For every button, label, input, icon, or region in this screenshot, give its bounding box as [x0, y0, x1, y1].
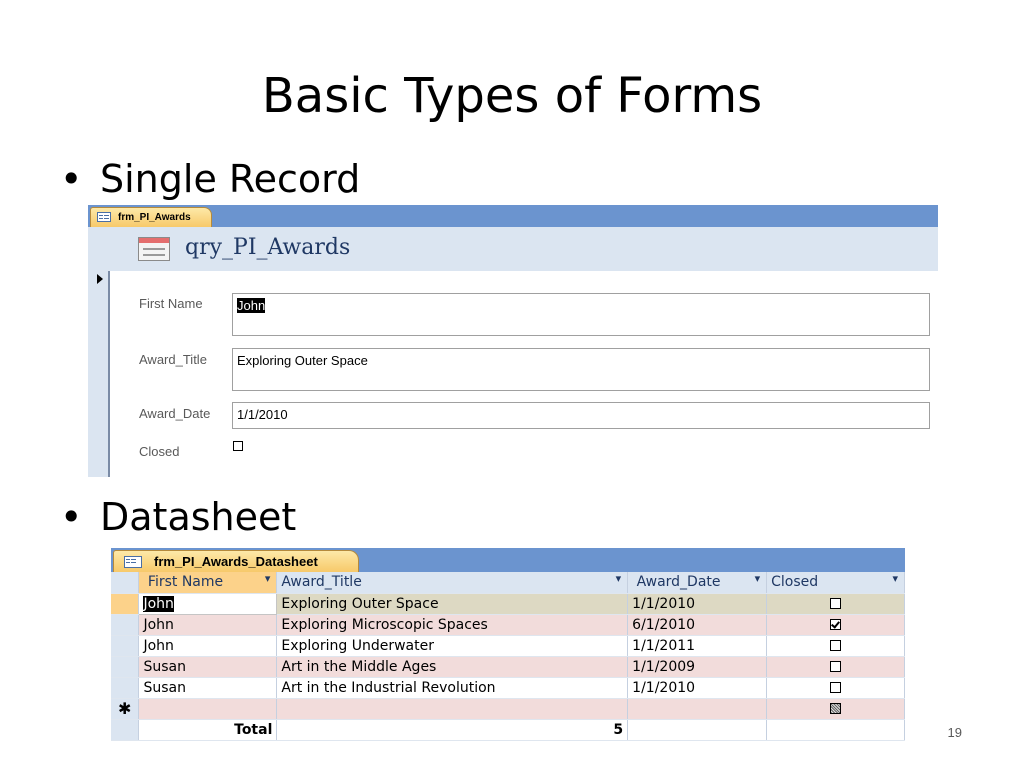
- first-name-value: John: [237, 298, 266, 313]
- row-selector[interactable]: [111, 656, 140, 678]
- cell-empty: [766, 719, 905, 741]
- form-header-icon: [138, 237, 170, 261]
- award-date-label: Award_Date: [139, 406, 211, 421]
- column-header-award-title[interactable]: Award_Title ▾: [276, 572, 629, 594]
- select-all-corner[interactable]: [111, 572, 140, 594]
- cell-closed[interactable]: [766, 593, 905, 615]
- form-tab-bar: frm_PI_Awards: [88, 205, 938, 227]
- form-header-title: qry_PI_Awards: [185, 235, 351, 260]
- column-dropdown-icon[interactable]: ▾: [265, 572, 271, 585]
- tab-label: frm_PI_Awards_Datasheet: [154, 554, 318, 569]
- closed-checkbox[interactable]: [830, 640, 842, 651]
- form-icon: [97, 212, 111, 222]
- cell-text: John: [143, 595, 174, 612]
- cell-award-date[interactable]: 6/1/2010: [627, 614, 768, 636]
- award-date-value: 1/1/2010: [237, 407, 288, 422]
- cell-first-name[interactable]: [138, 698, 278, 720]
- award-date-field[interactable]: 1/1/2010: [232, 402, 930, 429]
- cell-award-title[interactable]: Art in the Industrial Revolution: [276, 677, 629, 699]
- table-row[interactable]: John Exploring Underwater 1/1/2011: [111, 635, 905, 657]
- cell-closed[interactable]: [766, 656, 905, 678]
- first-name-label: First Name: [139, 296, 203, 311]
- cell-award-date[interactable]: [627, 698, 768, 720]
- cell-award-title[interactable]: Art in the Middle Ages: [276, 656, 629, 678]
- cell-award-title[interactable]: [276, 698, 629, 720]
- closed-checkbox[interactable]: [830, 598, 842, 609]
- cell-first-name[interactable]: John: [138, 614, 278, 636]
- cell-empty: [627, 719, 768, 741]
- total-row: Total 5: [111, 719, 905, 741]
- award-title-field[interactable]: Exploring Outer Space: [232, 348, 930, 391]
- row-selector[interactable]: [111, 677, 140, 699]
- form-header: qry_PI_Awards: [88, 227, 938, 271]
- cell-award-date[interactable]: 1/1/2011: [627, 635, 768, 657]
- first-name-field[interactable]: John: [232, 293, 930, 336]
- cell-award-date[interactable]: 1/1/2009: [627, 656, 768, 678]
- column-header-label: Award_Date: [636, 574, 721, 591]
- bullet-label: Datasheet: [100, 495, 297, 539]
- bullet-dot: •: [60, 157, 83, 201]
- new-record-icon[interactable]: ✱: [111, 698, 140, 720]
- row-selector[interactable]: [111, 635, 140, 657]
- column-header-label: Closed: [771, 574, 819, 591]
- bullet-datasheet: • Datasheet: [60, 494, 296, 540]
- closed-checkbox[interactable]: [233, 441, 243, 451]
- form-icon: [124, 556, 142, 568]
- column-dropdown-icon[interactable]: ▾: [892, 572, 898, 585]
- single-record-form: frm_PI_Awards qry_PI_Awards First Name J…: [88, 205, 938, 477]
- datasheet-tab-bar: frm_PI_Awards_Datasheet: [111, 548, 905, 572]
- bullet-label: Single Record: [100, 157, 361, 201]
- datasheet-table: First Name ▾ Award_Title ▾ Award_Date ▾ Clo…: [111, 572, 905, 741]
- form-body: First Name John Award_Title Exploring Ou…: [110, 271, 938, 477]
- closed-checkbox[interactable]: [830, 703, 842, 714]
- column-dropdown-icon[interactable]: ▾: [616, 572, 622, 585]
- cell-award-title[interactable]: Exploring Outer Space: [276, 593, 629, 615]
- cell-closed[interactable]: [766, 614, 905, 636]
- table-row[interactable]: Susan Art in the Middle Ages 1/1/2009: [111, 656, 905, 678]
- cell-closed[interactable]: [766, 698, 905, 720]
- tab-frm-pi-awards[interactable]: frm_PI_Awards: [90, 207, 212, 227]
- page-number: 19: [947, 725, 962, 740]
- cell-first-name[interactable]: John: [138, 592, 278, 615]
- tab-frm-pi-awards-datasheet[interactable]: frm_PI_Awards_Datasheet: [113, 550, 359, 572]
- table-row[interactable]: John Exploring Microscopic Spaces 6/1/20…: [111, 614, 905, 636]
- slide-title: Basic Types of Forms: [261, 68, 763, 124]
- closed-checkbox[interactable]: [830, 619, 842, 630]
- cell-first-name[interactable]: John: [138, 635, 278, 657]
- cell-first-name[interactable]: Susan: [138, 656, 278, 678]
- row-selector: [111, 719, 140, 741]
- table-row[interactable]: Susan Art in the Industrial Revolution 1…: [111, 677, 905, 699]
- current-record-arrow-icon: [97, 274, 103, 284]
- column-header-label: First Name: [147, 574, 224, 591]
- cell-award-title[interactable]: Exploring Underwater: [276, 635, 629, 657]
- record-selector[interactable]: [88, 271, 110, 477]
- header-row: First Name ▾ Award_Title ▾ Award_Date ▾ Clo…: [111, 572, 905, 594]
- column-header-label: Award_Title: [281, 574, 362, 591]
- cell-first-name[interactable]: Susan: [138, 677, 278, 699]
- cell-closed[interactable]: [766, 635, 905, 657]
- column-dropdown-icon[interactable]: ▾: [755, 572, 761, 585]
- column-header-closed[interactable]: Closed ▾: [766, 572, 905, 594]
- column-header-award-date[interactable]: Award_Date ▾: [627, 572, 768, 594]
- column-header-first-name[interactable]: First Name ▾: [138, 572, 278, 594]
- closed-checkbox[interactable]: [830, 661, 842, 672]
- total-value[interactable]: 5: [276, 719, 629, 741]
- bullet-dot: •: [60, 495, 83, 539]
- new-record-row[interactable]: ✱: [111, 698, 905, 720]
- cell-award-date[interactable]: 1/1/2010: [627, 677, 768, 699]
- bullet-single-record: • Single Record: [60, 156, 360, 202]
- cell-award-title[interactable]: Exploring Microscopic Spaces: [276, 614, 629, 636]
- award-title-value: Exploring Outer Space: [237, 353, 368, 368]
- award-title-label: Award_Title: [139, 352, 207, 367]
- closed-checkbox[interactable]: [830, 682, 842, 693]
- total-label: Total: [138, 719, 278, 741]
- row-selector[interactable]: [111, 614, 140, 636]
- cell-closed[interactable]: [766, 677, 905, 699]
- row-selector[interactable]: [111, 593, 140, 615]
- cell-award-date[interactable]: 1/1/2010: [627, 593, 768, 615]
- datasheet-form: frm_PI_Awards_Datasheet First Name ▾ Awar…: [111, 548, 905, 746]
- table-row[interactable]: John Exploring Outer Space 1/1/2010: [111, 592, 905, 615]
- tab-label: frm_PI_Awards: [118, 212, 191, 223]
- closed-label: Closed: [139, 444, 180, 459]
